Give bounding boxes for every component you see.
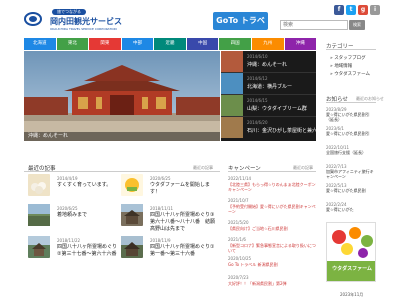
post-thumbnail[interactable] bbox=[28, 236, 50, 258]
nav-hokkaido[interactable]: 北海道 bbox=[24, 38, 57, 50]
post-thumbnail[interactable] bbox=[28, 174, 50, 196]
post-title[interactable]: 四国八十八ヶ所霊場めぐり②第三十七番～第六十六番 bbox=[57, 244, 119, 258]
slide-thumbnail bbox=[221, 73, 243, 94]
post-date: 2020/6/25 bbox=[57, 206, 78, 211]
search-button[interactable]: 検索 bbox=[349, 20, 365, 30]
logo-badge: 旅でつながる bbox=[52, 9, 86, 15]
campaign-link[interactable]: 【新型コロナ】緊急事態宣言による取り扱いについて bbox=[228, 243, 316, 253]
twitter-icon[interactable]: t bbox=[346, 5, 356, 15]
campaign-link[interactable]: Go To トラベル 新潟県民割 bbox=[228, 262, 316, 267]
slide-item[interactable]: 2014/6/15 山梨：ウタダイブリーム群 bbox=[221, 95, 316, 117]
google-icon[interactable]: g bbox=[358, 5, 368, 15]
slide-date: 2014/6/15 bbox=[247, 98, 268, 103]
category-label: ウタダスファーム bbox=[334, 72, 371, 77]
slide-thumbnail bbox=[221, 117, 243, 138]
post-title[interactable]: 四国八十八ヶ所霊場めぐり①第一番～第三十六番 bbox=[150, 244, 218, 258]
facebook-icon[interactable]: f bbox=[334, 5, 344, 15]
divider bbox=[24, 171, 220, 172]
vegetables-illustration bbox=[327, 227, 375, 281]
category-label: 地域情報 bbox=[334, 64, 353, 69]
divider bbox=[326, 102, 376, 103]
campaign-date: 2020/7/23 bbox=[228, 275, 249, 280]
farm-logo-illustration bbox=[125, 178, 139, 192]
news-link[interactable]: 加賀市アフィニティ旅行キャンペーン bbox=[326, 169, 376, 179]
divider bbox=[326, 49, 376, 50]
nav-chubu[interactable]: 中部 bbox=[121, 38, 155, 50]
campaign-date: 2021/5/20 bbox=[228, 220, 249, 225]
news-link[interactable]: 愛☆得にいがた bbox=[326, 207, 376, 212]
slide-date: 2014/6/12 bbox=[247, 76, 268, 81]
post-thumbnail[interactable] bbox=[28, 204, 50, 226]
post-title[interactable]: すくすく育っています。 bbox=[57, 182, 117, 189]
calendar-month: 2023年11月 bbox=[340, 292, 364, 297]
logo-english: OKAUCHIDA TRAVEL SERVICE CORPORATION bbox=[50, 27, 117, 31]
shuri-castle-illustration bbox=[24, 51, 220, 141]
slide-item[interactable]: 2014/6/20 石川：金沢ひがし茶屋街と兼六園 bbox=[221, 117, 322, 139]
temple-illustration bbox=[28, 236, 50, 256]
farm-banner-label: ウタダスファーム bbox=[332, 266, 372, 272]
slide-thumbnail bbox=[221, 95, 243, 116]
slide-date: 2014/6/20 bbox=[247, 120, 268, 125]
news-link[interactable]: 愛☆得にいがた県民割引（延長） bbox=[326, 112, 376, 122]
campaign-link[interactable]: 【北陸三県】もらっ得☆りのんまぁ北陸クーポンキャンペーン bbox=[228, 182, 316, 192]
category-link[interactable]: » スタッフブログ bbox=[330, 55, 366, 61]
slide-thumbnail bbox=[221, 51, 243, 72]
post-date: 2018/11/11 bbox=[150, 206, 174, 211]
farm-banner[interactable]: ウタダスファーム bbox=[326, 222, 376, 282]
campaign-link[interactable]: 【予約受付開始】愛☆得にいがた県民割キャンペーン bbox=[228, 204, 316, 214]
category-link[interactable]: » 地域情報 bbox=[330, 63, 352, 69]
category-link[interactable]: » ウタダスファーム bbox=[330, 71, 370, 77]
slide-date: 2014/6/10 bbox=[247, 54, 268, 59]
goto-travel-banner[interactable]: GoTo トラベル bbox=[213, 12, 268, 43]
hero-caption: 沖縄：めんそーれ bbox=[24, 132, 220, 141]
nav-kanto[interactable]: 関東 bbox=[89, 38, 122, 50]
news-link[interactable]: 愛☆得にいがた県民割引 bbox=[326, 131, 376, 136]
post-title[interactable]: 四国八十八ヶ所霊場めぐり③第六十八番～八十八番 結願高野山は先まで bbox=[150, 212, 218, 233]
post-date: 2020/6/25 bbox=[150, 176, 171, 181]
region-nav: 北海道 東北 関東 中部 近畿 中国 四国 九州 沖縄 bbox=[24, 38, 317, 50]
campaign-date: 2022/11/14 bbox=[228, 176, 252, 181]
slide-item[interactable]: 2014/6/10 沖縄：めんそーれ bbox=[221, 51, 316, 73]
slide-title: 山梨：ウタダイブリーム群 bbox=[247, 106, 307, 112]
news-link[interactable]: 全国旅行支援（延長） bbox=[326, 150, 376, 155]
post-thumbnail[interactable] bbox=[121, 174, 143, 196]
campaign-link[interactable]: 大好評！！「新潟県民割」第2弾 bbox=[228, 281, 316, 286]
category-label: スタッフブログ bbox=[334, 56, 366, 61]
nav-kyushu[interactable]: 九州 bbox=[251, 38, 285, 50]
slide-title: 北海道：横丹ブルー bbox=[247, 84, 293, 90]
landscape-illustration bbox=[28, 204, 50, 226]
nav-kinki[interactable]: 近畿 bbox=[154, 38, 187, 50]
post-title[interactable]: 着地頼みまで bbox=[57, 212, 117, 219]
post-thumbnail[interactable] bbox=[121, 204, 143, 226]
garlic-illustration bbox=[31, 182, 46, 194]
search-input[interactable] bbox=[280, 20, 348, 30]
page: 旅でつながる 岡内田観光サービス OKAUCHIDA TRAVEL SERVIC… bbox=[0, 0, 400, 300]
company-logo-icon[interactable] bbox=[24, 12, 42, 26]
campaign-date: 2021/10/7 bbox=[228, 198, 249, 203]
instagram-icon[interactable]: i bbox=[370, 5, 380, 15]
slide-item[interactable]: 2014/6/12 北海道：横丹ブルー bbox=[221, 73, 316, 95]
temple-illustration bbox=[121, 236, 143, 256]
news-link[interactable]: 愛☆得にいがた県民割 bbox=[326, 188, 376, 193]
hero-image[interactable]: 沖縄：めんそーれ bbox=[24, 51, 220, 141]
campaign-date: 2021/1/6 bbox=[228, 237, 246, 242]
post-date: 2014/4/19 bbox=[57, 176, 78, 181]
divider bbox=[228, 171, 316, 172]
nav-okinawa[interactable]: 沖縄 bbox=[284, 38, 317, 50]
featured-slides: 2014/6/10 沖縄：めんそーれ 2014/6/12 北海道：横丹ブルー 2… bbox=[221, 51, 322, 141]
campaign-link[interactable]: 【県民向け】ご当地☆石川県民割 bbox=[228, 226, 316, 231]
post-date: 2018/11/9 bbox=[150, 238, 171, 243]
temple-illustration bbox=[121, 204, 143, 224]
nav-tohoku[interactable]: 東北 bbox=[56, 38, 90, 50]
slide-title: 沖縄：めんそーれ bbox=[247, 62, 288, 68]
campaign-date: 2020/10/25 bbox=[228, 256, 252, 261]
post-thumbnail[interactable] bbox=[121, 236, 143, 258]
post-title[interactable]: ウタダファームを開始します！ bbox=[150, 182, 218, 196]
post-date: 2018/11/22 bbox=[57, 238, 81, 243]
logo-name[interactable]: 岡内田観光サービス bbox=[50, 16, 122, 27]
nav-chugoku[interactable]: 中国 bbox=[186, 38, 220, 50]
slide-title: 石川：金沢ひがし茶屋街と兼六園 bbox=[247, 128, 323, 134]
nav-shikoku[interactable]: 四国 bbox=[219, 38, 252, 50]
